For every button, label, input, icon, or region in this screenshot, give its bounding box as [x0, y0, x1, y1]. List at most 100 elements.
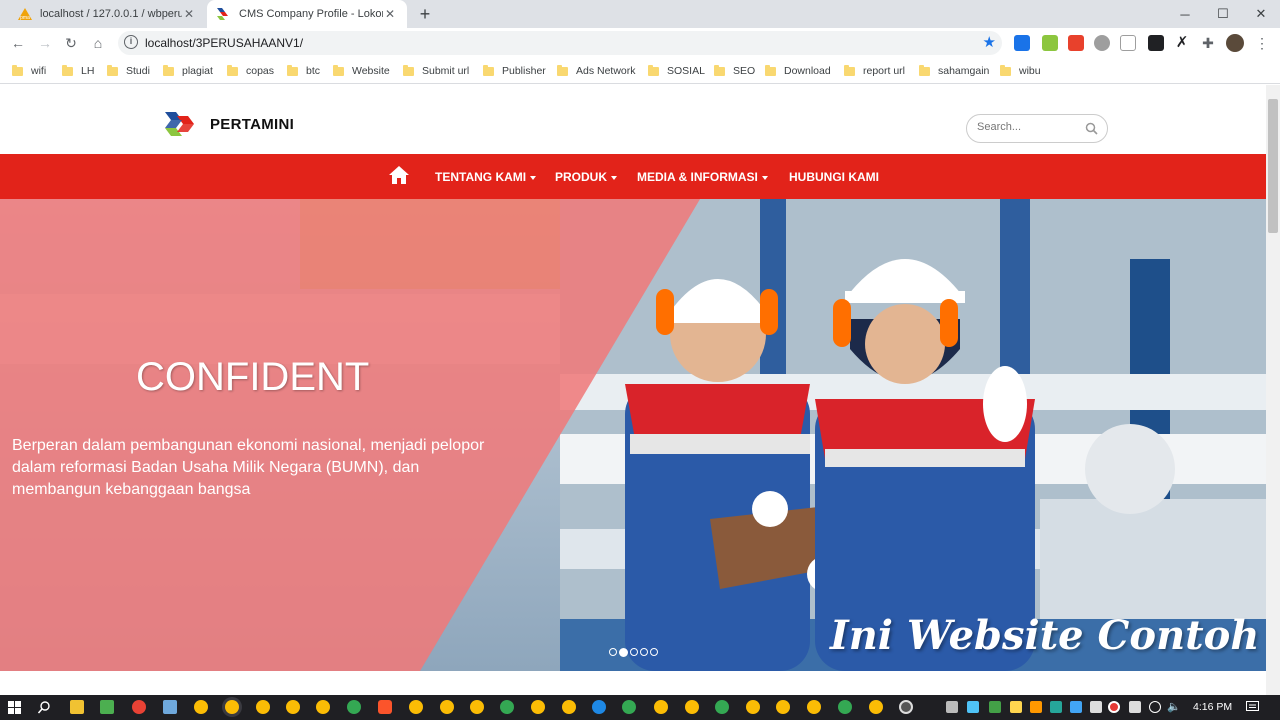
extension-icon[interactable]: [1042, 35, 1058, 51]
home-icon[interactable]: [389, 166, 409, 184]
chrome-icon[interactable]: [746, 700, 760, 714]
back-icon[interactable]: ←: [9, 34, 27, 52]
nav-hubungi-kami[interactable]: HUBUNGI KAMI: [789, 170, 879, 184]
slide-dot[interactable]: [630, 648, 638, 656]
tab-cms[interactable]: CMS Company Profile - Lokomed ✕: [207, 0, 407, 28]
tray-icon[interactable]: [1070, 701, 1082, 713]
chrome-icon[interactable]: [286, 700, 300, 714]
edge-icon[interactable]: [347, 700, 361, 714]
bookmark-folder[interactable]: wibu: [1000, 64, 1041, 78]
nav-tentang-kami[interactable]: TENTANG KAMI: [435, 170, 537, 184]
tray-icon[interactable]: [1050, 701, 1062, 713]
tray-icon[interactable]: [946, 701, 958, 713]
extension-icon[interactable]: [1148, 35, 1164, 51]
home-browser-icon[interactable]: ⌂: [89, 34, 107, 52]
bookmark-folder[interactable]: Publisher: [483, 64, 546, 78]
edge-icon[interactable]: [622, 700, 636, 714]
reload-icon[interactable]: ↻: [62, 34, 80, 52]
new-tab-button[interactable]: +: [416, 5, 434, 23]
address-bar[interactable]: i localhost/3PERUSAHAANV1/ ★: [118, 31, 1002, 55]
tray-icon[interactable]: [989, 701, 1001, 713]
x-extension-icon[interactable]: ✗: [1174, 35, 1190, 51]
bookmark-folder[interactable]: Download: [765, 64, 831, 78]
slide-dot[interactable]: [640, 648, 648, 656]
windows-start-icon[interactable]: [8, 701, 21, 714]
close-tab-icon[interactable]: ✕: [182, 7, 196, 21]
extension-icon[interactable]: [1014, 35, 1030, 51]
chrome-icon[interactable]: [685, 700, 699, 714]
search-input[interactable]: [977, 121, 1077, 133]
scrollbar-thumb[interactable]: [1268, 99, 1278, 233]
brave-icon[interactable]: [378, 700, 392, 714]
tray-icon[interactable]: [1030, 701, 1042, 713]
tray-icon[interactable]: [967, 701, 979, 713]
slide-dot-active[interactable]: [619, 648, 628, 657]
close-window-icon[interactable]: ✕: [1242, 0, 1280, 28]
puzzle-icon[interactable]: ✚: [1200, 35, 1216, 51]
info-icon[interactable]: i: [124, 35, 138, 49]
adblock-icon[interactable]: [1094, 35, 1110, 51]
hero-slider[interactable]: CONFIDENT Berperan dalam pembangunan eko…: [0, 199, 1266, 671]
obs-icon[interactable]: [899, 700, 913, 714]
nav-media-informasi[interactable]: MEDIA & INFORMASI: [637, 170, 768, 184]
bookmark-folder[interactable]: copas: [227, 64, 274, 78]
nav-produk[interactable]: PRODUK: [555, 170, 618, 184]
app-icon[interactable]: [163, 700, 177, 714]
bookmark-folder[interactable]: SOSIAL: [648, 64, 705, 78]
chrome-icon[interactable]: [869, 700, 883, 714]
chrome-icon[interactable]: [225, 700, 239, 714]
tray-icon[interactable]: [1090, 701, 1102, 713]
chrome-icon[interactable]: [194, 700, 208, 714]
app-icon[interactable]: [132, 700, 146, 714]
clock[interactable]: 4:16 PM: [1193, 701, 1232, 713]
chrome-icon[interactable]: [316, 700, 330, 714]
chrome-icon[interactable]: [807, 700, 821, 714]
edge-icon[interactable]: [500, 700, 514, 714]
menu-kebab-icon[interactable]: ⋮: [1254, 35, 1270, 51]
edge-icon[interactable]: [592, 700, 606, 714]
chrome-icon[interactable]: [776, 700, 790, 714]
bookmark-folder[interactable]: btc: [287, 64, 320, 78]
chrome-icon[interactable]: [256, 700, 270, 714]
search-icon[interactable]: [38, 701, 51, 714]
volume-icon[interactable]: 🔈: [1167, 700, 1181, 713]
edge-icon[interactable]: [715, 700, 729, 714]
edge-icon[interactable]: [838, 700, 852, 714]
extension-icon[interactable]: [1120, 35, 1136, 51]
bookmark-folder[interactable]: Studi: [107, 64, 150, 78]
app-icon[interactable]: [100, 700, 114, 714]
chrome-icon[interactable]: [654, 700, 668, 714]
bookmark-folder[interactable]: Submit url: [403, 64, 469, 78]
record-icon[interactable]: [1108, 701, 1120, 713]
bookmark-folder[interactable]: wifi: [12, 64, 46, 78]
tray-icon[interactable]: [1129, 701, 1141, 713]
bookmark-star-icon[interactable]: ★: [983, 33, 996, 51]
close-tab-icon[interactable]: ✕: [383, 7, 397, 21]
globe-icon[interactable]: [1149, 701, 1161, 713]
tray-icon[interactable]: [1010, 701, 1022, 713]
bookmark-folder[interactable]: plagiat: [163, 64, 213, 78]
chrome-icon[interactable]: [440, 700, 454, 714]
avatar[interactable]: [1226, 34, 1244, 52]
forward-icon[interactable]: →: [36, 34, 54, 52]
chrome-icon[interactable]: [531, 700, 545, 714]
bookmark-folder[interactable]: Website: [333, 64, 390, 78]
maximize-icon[interactable]: ☐: [1204, 0, 1242, 28]
bookmark-folder[interactable]: SEO: [714, 64, 755, 78]
bookmark-folder[interactable]: LH: [62, 64, 94, 78]
notification-icon[interactable]: [1246, 701, 1259, 713]
file-explorer-icon[interactable]: [70, 700, 84, 714]
tab-phpmyadmin[interactable]: pma localhost / 127.0.0.1 / wbperusah ✕: [8, 0, 206, 28]
minimize-icon[interactable]: ─: [1166, 0, 1204, 28]
site-logo[interactable]: PERTAMINI: [165, 112, 294, 136]
bookmark-folder[interactable]: report url: [844, 64, 905, 78]
page-scrollbar[interactable]: [1266, 85, 1280, 695]
bookmark-folder[interactable]: sahamgain: [919, 64, 989, 78]
slide-dot[interactable]: [650, 648, 658, 656]
chrome-icon[interactable]: [562, 700, 576, 714]
chrome-icon[interactable]: [470, 700, 484, 714]
chrome-icon[interactable]: [409, 700, 423, 714]
search-icon[interactable]: [1085, 122, 1098, 135]
slide-dot[interactable]: [609, 648, 617, 656]
bookmark-folder[interactable]: Ads Network: [557, 64, 636, 78]
